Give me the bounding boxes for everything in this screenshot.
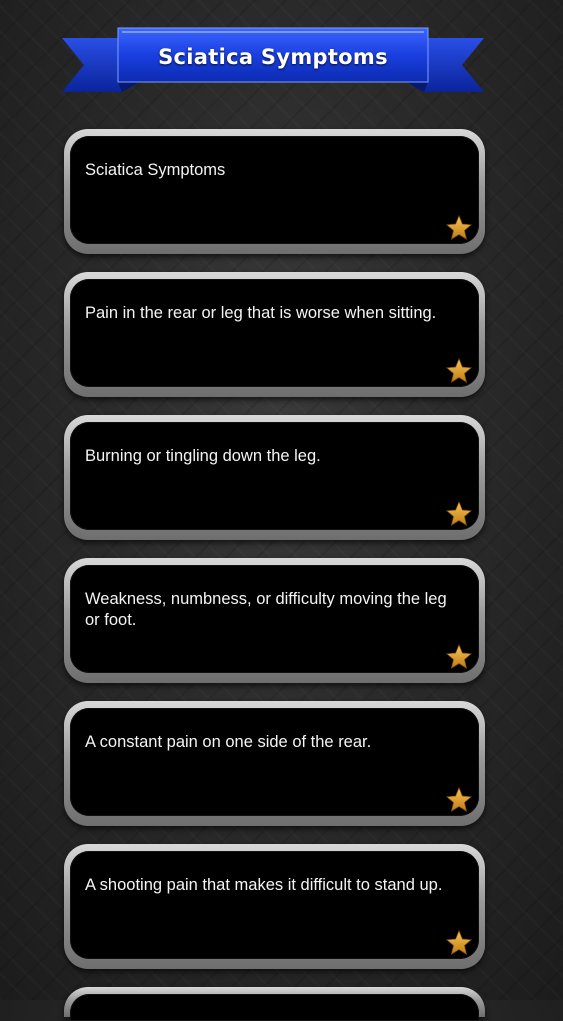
card-body xyxy=(70,994,479,1021)
star-icon[interactable] xyxy=(445,357,473,385)
list-item-partial[interactable] xyxy=(64,987,485,1021)
symptom-list: Sciatica Symptoms Pain in the rear or le… xyxy=(64,129,485,1021)
list-item-text: A constant pain on one side of the rear. xyxy=(85,733,372,751)
list-item[interactable]: Weakness, numbness, or difficulty moving… xyxy=(64,558,485,683)
list-item[interactable]: Burning or tingling down the leg. xyxy=(64,415,485,540)
list-item[interactable]: Pain in the rear or leg that is worse wh… xyxy=(64,272,485,397)
list-item-text: Burning or tingling down the leg. xyxy=(85,447,321,465)
list-item-text: A shooting pain that makes it difficult … xyxy=(85,876,443,894)
card-body: Burning or tingling down the leg. xyxy=(70,422,479,530)
card-body: A constant pain on one side of the rear. xyxy=(70,708,479,816)
page-title: Sciatica Symptoms xyxy=(158,45,388,69)
list-item[interactable]: A constant pain on one side of the rear. xyxy=(64,701,485,826)
list-item-text: Pain in the rear or leg that is worse wh… xyxy=(85,304,437,322)
card-body: A shooting pain that makes it difficult … xyxy=(70,851,479,959)
list-item[interactable]: A shooting pain that makes it difficult … xyxy=(64,844,485,969)
star-icon[interactable] xyxy=(445,786,473,814)
header-ribbon: Sciatica Symptoms xyxy=(62,26,484,96)
star-icon[interactable] xyxy=(445,214,473,242)
star-icon[interactable] xyxy=(445,643,473,671)
star-icon[interactable] xyxy=(445,500,473,528)
list-item[interactable]: Sciatica Symptoms xyxy=(64,129,485,254)
card-body: Sciatica Symptoms xyxy=(70,136,479,244)
list-item-text: Weakness, numbness, or difficulty moving… xyxy=(85,590,447,629)
star-icon[interactable] xyxy=(445,929,473,957)
list-item-text: Sciatica Symptoms xyxy=(85,161,226,179)
card-body: Pain in the rear or leg that is worse wh… xyxy=(70,279,479,387)
card-body: Weakness, numbness, or difficulty moving… xyxy=(70,565,479,673)
